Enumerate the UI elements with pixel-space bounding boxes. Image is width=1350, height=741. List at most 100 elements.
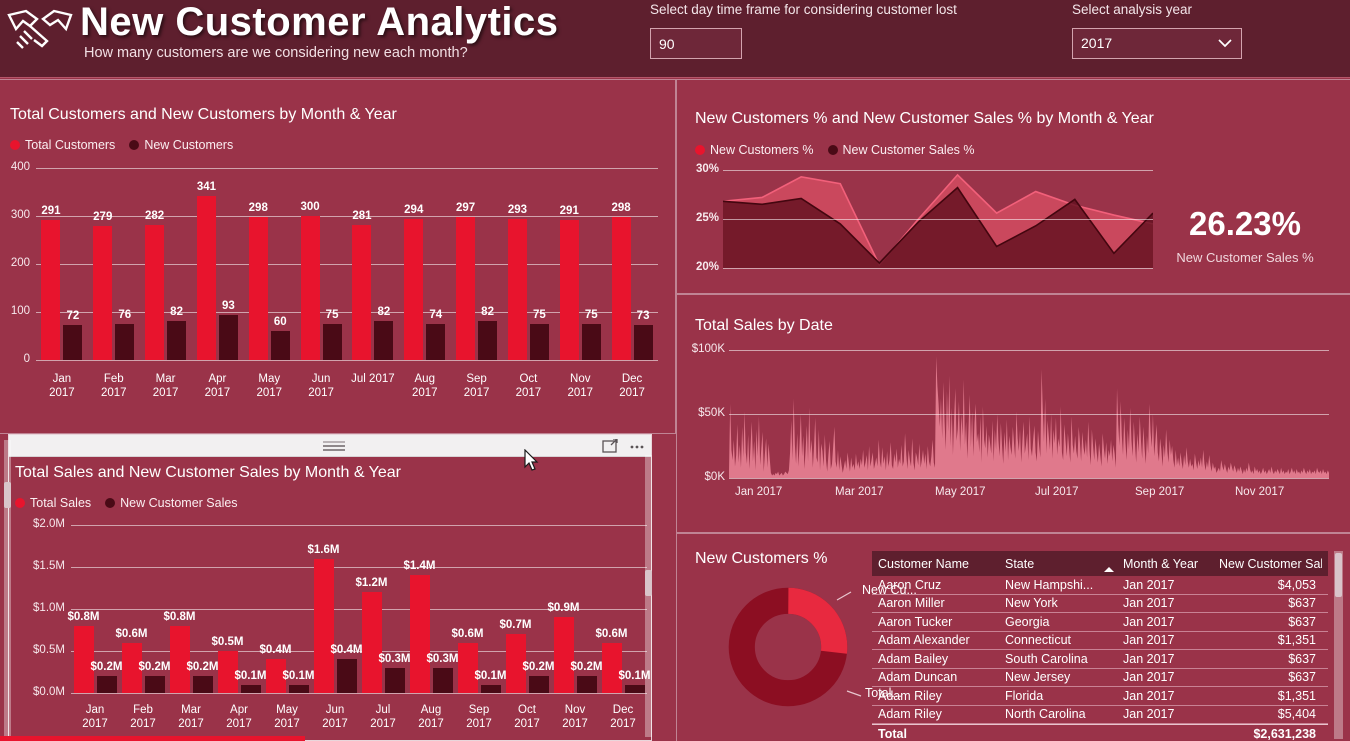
bar-value-label: $0.1M: [618, 669, 651, 682]
chart-title-total-sales-by-date: Total Sales by Date: [695, 317, 833, 334]
table-body: Aaron Cruz New Hampshi... Jan 2017 $4,053 Aa…: [872, 576, 1328, 724]
legend-item-new-customers-pct[interactable]: New Customers %: [695, 143, 814, 157]
focus-frame-scrollbar-thumb-left[interactable]: [4, 482, 11, 508]
panel-total-sales-by-date[interactable]: Total Sales by Date $0K $50K $100K Jan 201…: [676, 294, 1350, 533]
bar-new: [529, 324, 549, 360]
new-customers-table[interactable]: Customer Name State Month & Year New Cus…: [872, 551, 1328, 741]
focus-frame-scrollbar-track-left[interactable]: [4, 440, 11, 737]
table-cell-month-year: Jan 2017: [1123, 614, 1175, 629]
legend-swatch-new-customers: [129, 140, 140, 150]
x-tick-label: Mar 2017: [835, 486, 884, 498]
legend-label-total-sales: Total Sales: [30, 496, 92, 510]
bar-new: [480, 684, 501, 693]
table-row[interactable]: Adam Bailey South Carolina Jan 2017 $637: [872, 650, 1328, 669]
table-cell-customer-name: Aaron Miller: [878, 596, 945, 611]
table-cell-new-customer-sales: $637: [1288, 596, 1316, 611]
kpi-label-new-customer-sales-pct: New Customer Sales %: [1176, 250, 1314, 265]
panel-total-sales-chart-focus[interactable]: Total Sales and New Customer Sales by Mo…: [8, 434, 652, 741]
bar-value-label: $0.4M: [259, 644, 292, 657]
column-header-month-year[interactable]: Month & Year: [1123, 557, 1219, 571]
table-cell-new-customer-sales: $5,404: [1277, 707, 1316, 722]
bar-value-label: $0.8M: [163, 610, 196, 623]
table-cell-state: North Carolina: [1005, 707, 1086, 722]
bar-total: [611, 216, 631, 360]
bar-total: [73, 625, 94, 693]
table-row[interactable]: Adam Alexander Connecticut Jan 2017 $1,351: [872, 632, 1328, 650]
table-row[interactable]: Aaron Tucker Georgia Jan 2017 $637: [872, 613, 1328, 632]
bottom-accent-bar: [0, 736, 305, 741]
legend-item-new-customer-sales-pct[interactable]: New Customer Sales %: [827, 143, 975, 157]
bar-value-label: $0.7M: [499, 619, 532, 632]
focus-mode-icon[interactable]: [602, 439, 618, 454]
legend-item-total-customers[interactable]: Total Customers: [10, 138, 115, 152]
y-tick-label: 30%: [695, 163, 719, 175]
bar-total: [352, 225, 372, 360]
table-row[interactable]: Aaron Miller New York Jan 2017 $637: [872, 595, 1328, 613]
bar-value-label: 298: [248, 201, 268, 214]
bar-value-label: 279: [93, 211, 113, 224]
bar-value-label: $0.6M: [115, 627, 148, 640]
bar-value-label: 76: [118, 308, 132, 321]
table-row[interactable]: Adam Riley North Carolina Jan 2017 $5,404: [872, 706, 1328, 724]
table-scrollbar-thumb[interactable]: [1335, 553, 1342, 597]
panel-total-customers-chart[interactable]: Total Customers and New Customers by Mon…: [0, 79, 676, 434]
bar-value-label: 294: [404, 203, 424, 216]
more-options-icon[interactable]: [629, 439, 645, 454]
y-tick-label: $0.5M: [33, 644, 65, 656]
bar-total: [41, 220, 61, 360]
table-cell-state: Florida: [1005, 688, 1044, 703]
table-cell-month-year: Jan 2017: [1123, 596, 1175, 611]
table-cell-state: Georgia: [1005, 614, 1050, 629]
bar-value-label: 93: [222, 300, 235, 313]
bar-value-label: 75: [533, 309, 546, 321]
table-cell-customer-name: Adam Bailey: [878, 651, 949, 666]
gridline: [71, 525, 647, 526]
table-cell-state: New York: [1005, 596, 1058, 611]
bar-new: [322, 324, 342, 360]
legend-total-customers: Total Customers New Customers: [10, 138, 233, 152]
bar-new: [426, 324, 446, 360]
legend-label-new-customer-sales-pct: New Customer Sales %: [842, 143, 975, 157]
legend-item-new-customers[interactable]: New Customers: [129, 138, 233, 152]
visual-header-toolbar[interactable]: [9, 435, 651, 457]
table-cell-customer-name: Adam Duncan: [878, 670, 958, 685]
dashboard-header: New Customer Analytics How many customer…: [0, 0, 1350, 78]
bar-value-label: 282: [144, 209, 165, 222]
lost-days-input[interactable]: [650, 28, 742, 59]
table-row[interactable]: Adam Duncan New Jersey Jan 2017 $637: [872, 669, 1328, 687]
gridline: [723, 268, 1153, 269]
bar-total: [553, 617, 574, 693]
table-row[interactable]: Aaron Cruz New Hampshi... Jan 2017 $4,053: [872, 576, 1328, 595]
bar-new: [115, 323, 135, 360]
table-cell-customer-name: Adam Riley: [878, 707, 942, 722]
analysis-year-dropdown[interactable]: 2017: [1072, 28, 1242, 59]
bar-value-label: 60: [273, 316, 287, 329]
y-tick-label: $1.5M: [33, 560, 65, 572]
bar-new: [478, 320, 498, 360]
table-scrollbar-track[interactable]: [1334, 551, 1343, 739]
table-total-row: Total $2,631,238: [872, 724, 1328, 741]
total-label: Total: [878, 727, 907, 741]
bar-value-label: 74: [429, 309, 443, 322]
drag-handle-icon[interactable]: [321, 440, 347, 452]
table-row[interactable]: Adam Riley Florida Jan 2017 $1,351: [872, 687, 1328, 706]
legend-item-total-sales[interactable]: Total Sales: [15, 496, 91, 510]
page-subtitle: How many customers are we considering ne…: [84, 45, 468, 61]
y-tick-label: 100: [10, 305, 30, 317]
bar-total: [145, 224, 165, 360]
x-tick-label: May 2017: [935, 486, 986, 498]
bar-value-label: 291: [41, 205, 61, 218]
bar-new: [374, 320, 394, 360]
legend-total-sales: Total Sales New Customer Sales: [15, 496, 238, 510]
column-header-customer-name[interactable]: Customer Name: [872, 557, 1005, 571]
bar-value-label: $0.9M: [547, 602, 580, 615]
legend-item-new-customer-sales[interactable]: New Customer Sales: [105, 496, 238, 510]
table-cell-month-year: Jan 2017: [1123, 651, 1175, 666]
focus-frame-scrollbar-track-right[interactable]: [645, 455, 652, 737]
bar-value-label: $0.6M: [451, 627, 484, 640]
y-tick-label: 400: [10, 161, 30, 173]
column-header-new-customer-sales[interactable]: New Customer Sales: [1219, 557, 1322, 571]
x-label-month: Dec: [621, 373, 643, 385]
focus-frame-scrollbar-thumb-right[interactable]: [645, 570, 652, 596]
bar-value-label: $1.4M: [403, 560, 436, 573]
